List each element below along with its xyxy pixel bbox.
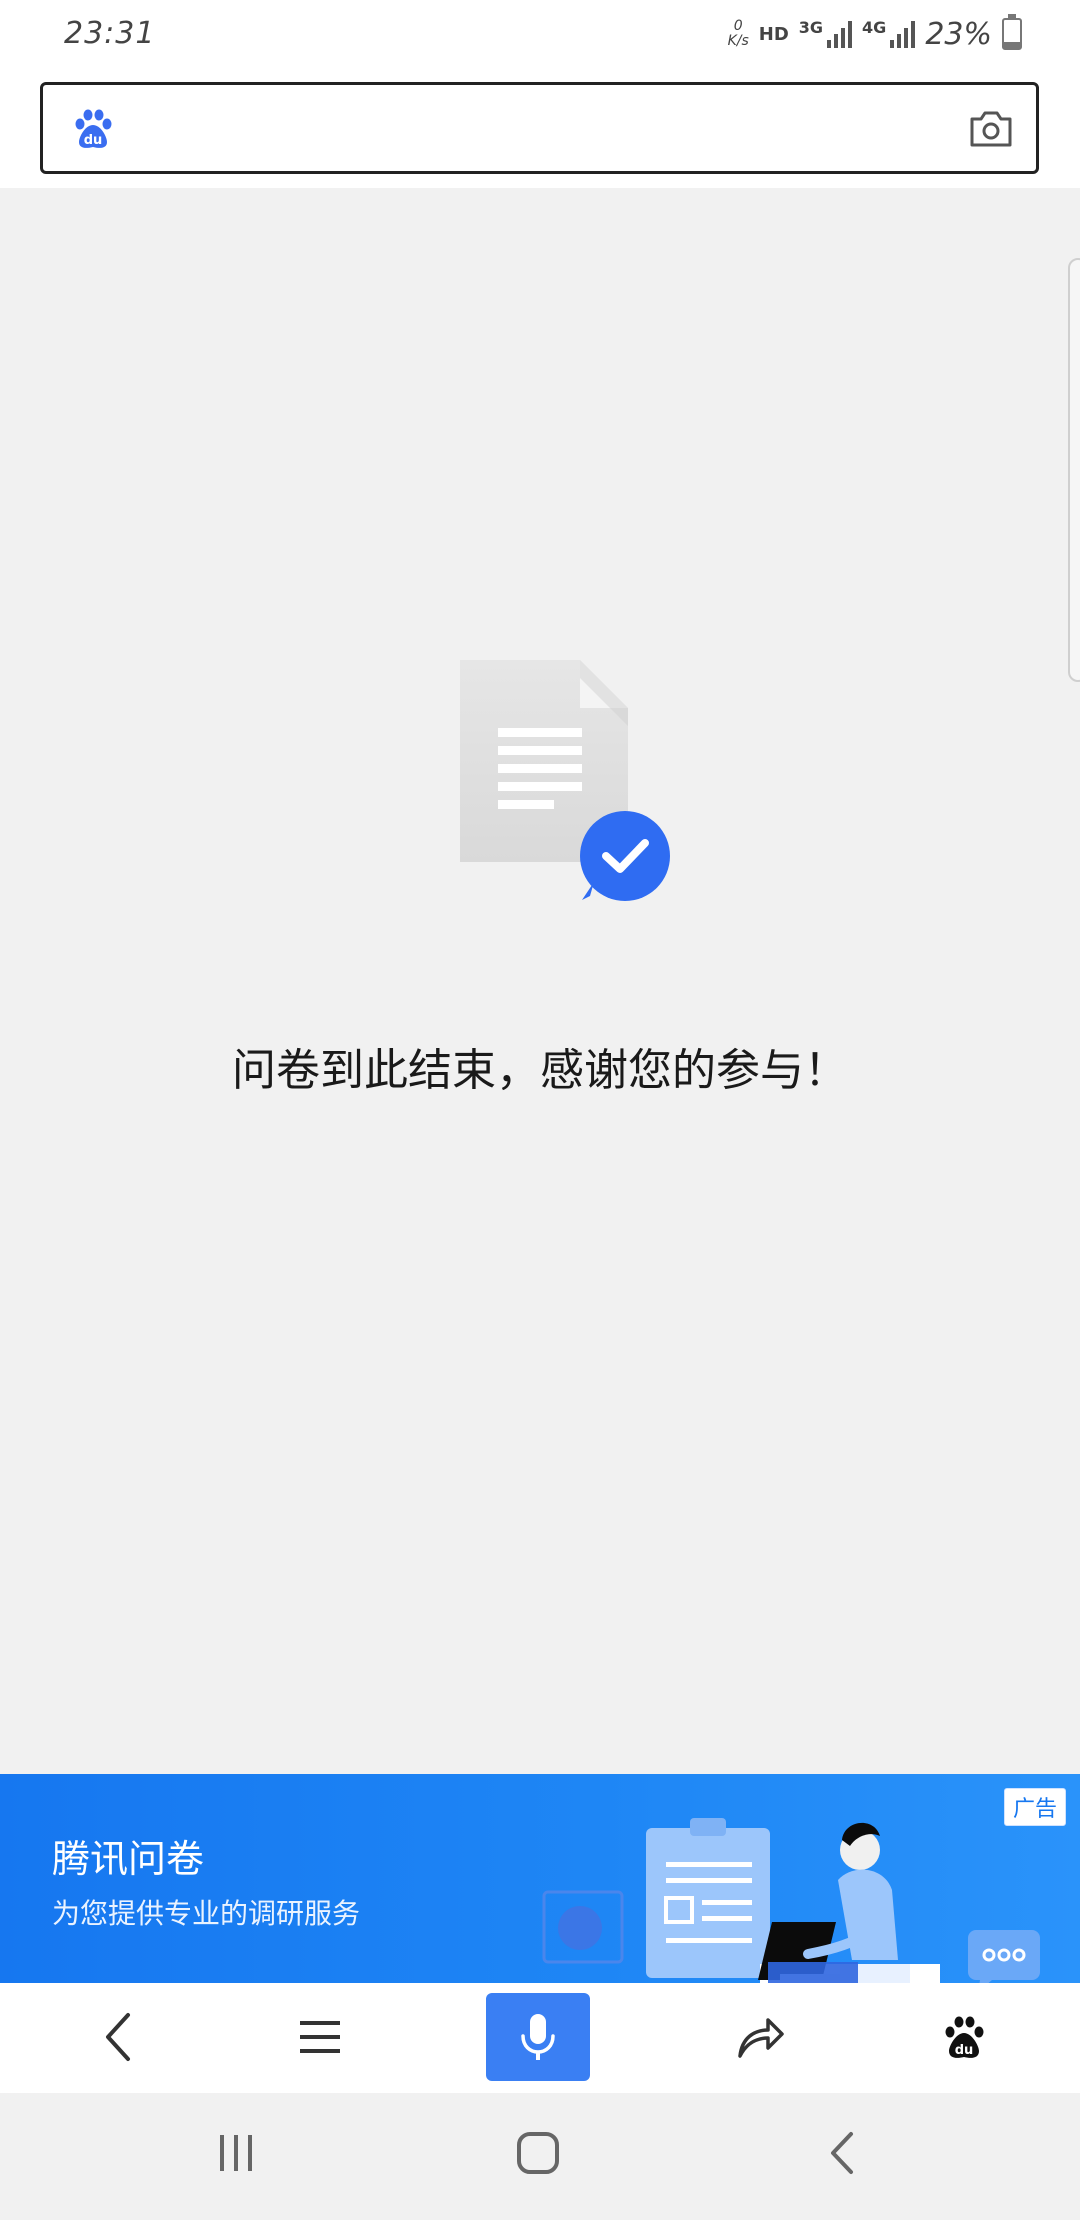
- baidu-paw-icon: du: [945, 2016, 984, 2058]
- baidu-paw-icon: du: [75, 109, 112, 148]
- search-input[interactable]: du: [40, 82, 1039, 174]
- ad-banner[interactable]: 腾讯问卷 为您提供专业的调研服务 广告: [0, 1774, 1080, 1983]
- survey-complete-message: 问卷到此结束，感谢您的参与！: [232, 1045, 848, 1096]
- sim2-network-label: 4G: [862, 18, 887, 37]
- toolbar-share-button[interactable]: [708, 1993, 812, 2081]
- nav-recent-apps-button[interactable]: [196, 2123, 276, 2183]
- sim2-signal-icon: 4G: [862, 18, 916, 48]
- status-time: 23:31: [64, 16, 156, 51]
- recent-apps-icon: [220, 2135, 252, 2171]
- status-bar: 23:31 0 K/s HD 3G 4G 23%: [0, 0, 1080, 72]
- nav-back-button[interactable]: [802, 2123, 882, 2183]
- sim1-network-label: 3G: [798, 18, 824, 37]
- chevron-left-icon: [106, 2013, 130, 2061]
- browser-toolbar: du: [0, 1983, 1080, 2093]
- ad-subtitle: 为您提供专业的调研服务: [52, 1897, 361, 1930]
- status-icons: 0 K/s HD 3G 4G 23%: [728, 12, 1022, 56]
- toolbar-voice-button[interactable]: [486, 1993, 590, 2081]
- home-icon: [517, 2132, 559, 2174]
- ad-title: 腾讯问卷: [52, 1837, 205, 1881]
- network-speed-value: 0: [733, 18, 743, 34]
- side-panel-handle[interactable]: [1068, 258, 1080, 682]
- hd-indicator: HD: [758, 23, 789, 45]
- share-arrow-icon: [738, 2018, 784, 2058]
- camera-icon[interactable]: [968, 109, 1014, 149]
- menu-icon: [300, 2021, 340, 2053]
- toolbar-back-button[interactable]: [68, 1993, 172, 2081]
- microphone-icon: [521, 2014, 555, 2060]
- battery-icon: [1002, 14, 1022, 50]
- sim1-signal-icon: 3G: [798, 18, 853, 48]
- battery-percent: 23%: [925, 16, 992, 52]
- system-nav-bar: [0, 2093, 1080, 2220]
- svg-text:du: du: [955, 2043, 974, 2058]
- toolbar-menu-button[interactable]: [268, 1993, 372, 2081]
- toolbar-home-button[interactable]: du: [912, 1993, 1016, 2081]
- search-bar: du: [0, 72, 1080, 188]
- network-speed-unit: K/s: [727, 33, 749, 49]
- document-check-icon: [460, 660, 670, 901]
- nav-home-button[interactable]: [498, 2123, 578, 2183]
- back-icon: [831, 2132, 853, 2174]
- network-speed: 0 K/s: [728, 19, 749, 49]
- svg-text:du: du: [84, 133, 103, 148]
- survey-illustration: [542, 1818, 1040, 1983]
